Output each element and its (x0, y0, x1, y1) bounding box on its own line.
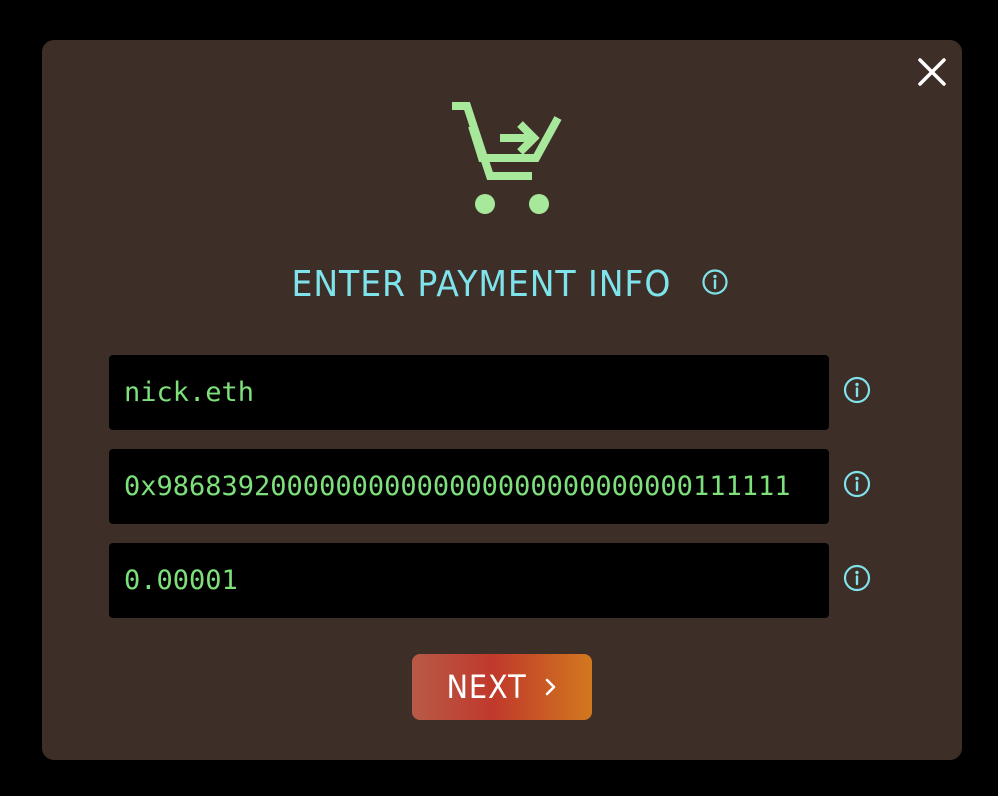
title-row: ENTER PAYMENT INFO (42, 254, 962, 314)
recipient-field[interactable] (109, 355, 829, 430)
dialog-title: ENTER PAYMENT INFO (291, 263, 671, 305)
recipient-input[interactable] (109, 355, 829, 430)
payment-dialog: ENTER PAYMENT INFO nick.eth 0x9868392000… (42, 40, 962, 760)
close-button[interactable] (912, 52, 952, 92)
info-icon (843, 564, 871, 592)
next-button-label: NEXT (446, 668, 528, 706)
amount-input[interactable] (109, 543, 829, 618)
amount-field[interactable] (109, 543, 829, 618)
info-icon (843, 376, 871, 404)
amount-info-button[interactable] (842, 563, 872, 593)
close-icon (918, 58, 946, 86)
address-input[interactable] (109, 449, 829, 524)
cart-arrow-icon (452, 102, 562, 214)
info-icon (702, 269, 729, 295)
next-button[interactable]: NEXT (412, 654, 592, 720)
info-icon (843, 470, 871, 498)
chevron-right-icon (545, 678, 555, 696)
address-info-button[interactable] (842, 469, 872, 499)
recipient-info-button[interactable] (842, 375, 872, 405)
title-info-button[interactable] (701, 268, 729, 296)
address-field[interactable] (109, 449, 829, 524)
